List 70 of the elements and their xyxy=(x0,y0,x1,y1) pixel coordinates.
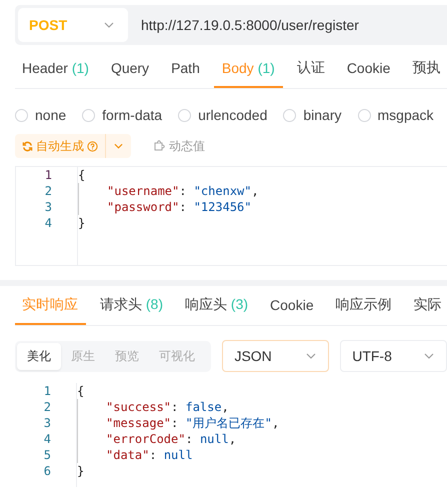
tab[interactable]: 请求头 (8) xyxy=(92,287,172,325)
json-punctuation: , xyxy=(252,184,259,198)
refresh-icon xyxy=(22,140,33,152)
tab[interactable]: Query xyxy=(102,50,158,88)
chevron-down-icon xyxy=(424,353,434,359)
line-number: 2 xyxy=(44,183,52,199)
json-punctuation: : xyxy=(171,400,180,414)
puzzle-icon xyxy=(153,140,165,152)
line-number: 5 xyxy=(44,447,51,463)
view-mode-option[interactable]: 美化 xyxy=(17,342,61,370)
tab[interactable]: Header (1) xyxy=(15,50,97,88)
json-punctuation: : xyxy=(179,184,188,198)
chevron-down-icon xyxy=(306,353,316,359)
tab[interactable]: 响应头 (3) xyxy=(177,287,256,325)
code-editor[interactable]: 1 2 3 4 5 6 { "success": false, "message": "用户名已存在", "errorCode": null, "data": null } xyxy=(15,383,447,487)
code-editor[interactable]: 1 2 3 4 { "username": "chenxw", "password": "123456" } xyxy=(15,166,447,266)
json-key: "message" xyxy=(106,416,172,430)
json-punctuation: : xyxy=(149,448,158,462)
format-select[interactable]: JSON xyxy=(222,340,330,372)
chevron-down-icon xyxy=(104,22,114,28)
line-number: 2 xyxy=(44,399,51,415)
line-number: 3 xyxy=(44,199,52,215)
json-punctuation: { xyxy=(77,384,84,398)
json-punctuation: } xyxy=(77,464,84,478)
json-literal: false xyxy=(185,400,222,414)
json-key: "success" xyxy=(106,400,172,414)
json-string: "用户名已存在" xyxy=(185,416,272,430)
encoding-select[interactable]: UTF-8 xyxy=(340,340,447,372)
json-punctuation: : xyxy=(185,432,194,446)
radio-circle[interactable] xyxy=(283,108,296,122)
json-string: "123456" xyxy=(194,200,252,214)
line-number: 4 xyxy=(44,431,51,447)
radio-option[interactable]: form-data xyxy=(82,107,162,123)
tab[interactable]: 响应示例 xyxy=(328,287,400,325)
radio-circle[interactable] xyxy=(178,108,192,122)
json-punctuation: : xyxy=(179,200,188,214)
tab[interactable]: Path xyxy=(163,50,208,88)
json-punctuation: : xyxy=(171,416,180,430)
tab[interactable]: 认证 xyxy=(288,50,333,88)
tab[interactable]: Cookie xyxy=(262,287,322,325)
json-key: "data" xyxy=(106,448,150,462)
line-number: 1 xyxy=(44,383,51,399)
json-key: "errorCode" xyxy=(106,432,186,446)
json-punctuation: { xyxy=(78,168,86,182)
line-number: 1 xyxy=(44,167,52,183)
help-icon xyxy=(87,140,98,152)
radio-option[interactable]: urlencoded xyxy=(178,107,268,123)
json-key: "username" xyxy=(107,184,180,198)
json-literal: null xyxy=(164,448,193,462)
tab[interactable]: 实际 xyxy=(406,287,447,325)
json-punctuation: , xyxy=(228,432,236,446)
tab[interactable]: Cookie xyxy=(338,50,398,88)
radio-circle[interactable] xyxy=(15,108,28,122)
url-field[interactable]: http://127.19.0.5:8000/user/register xyxy=(141,17,359,33)
radio-circle[interactable] xyxy=(82,108,96,122)
line-number: 3 xyxy=(44,415,51,431)
json-punctuation: , xyxy=(222,400,229,414)
json-literal: null xyxy=(200,432,229,446)
radio-option[interactable]: msgpack xyxy=(358,107,434,123)
tab[interactable]: 预执 xyxy=(404,50,447,88)
radio-option[interactable]: none xyxy=(15,107,66,123)
radio-option[interactable]: binary xyxy=(283,107,342,123)
json-key: "password" xyxy=(107,200,180,214)
json-punctuation: , xyxy=(272,416,280,430)
line-number: 6 xyxy=(44,463,51,479)
radio-circle[interactable] xyxy=(358,108,370,122)
line-number: 4 xyxy=(44,215,52,231)
chevron-down-icon xyxy=(114,143,123,149)
json-string: "chenxw" xyxy=(194,184,252,198)
json-punctuation: } xyxy=(78,216,86,230)
